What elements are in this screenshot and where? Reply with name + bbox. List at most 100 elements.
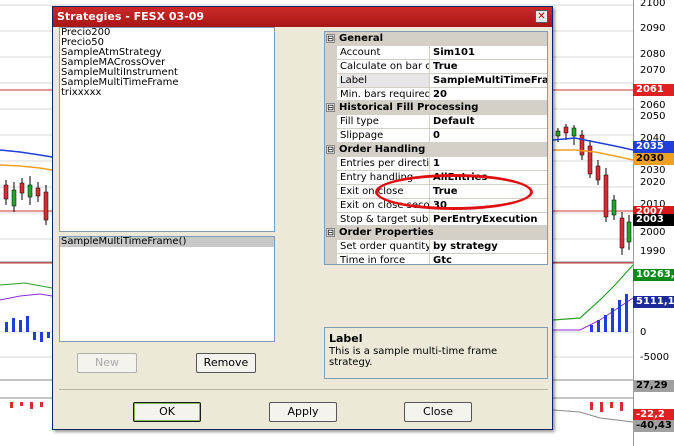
list-item[interactable]: trixxxxx bbox=[60, 88, 274, 98]
property-value[interactable]: 20 bbox=[431, 88, 547, 101]
axis-label: 2020 bbox=[640, 177, 666, 188]
grid-gutter bbox=[325, 45, 337, 59]
property-name: Account bbox=[339, 45, 430, 59]
price-tag: 5111,15 bbox=[633, 296, 674, 308]
grid-gutter bbox=[325, 170, 337, 184]
property-name: Time in force bbox=[339, 254, 430, 264]
axis-label: 0 bbox=[640, 327, 647, 338]
property-name: Calculate on bar close bbox=[339, 59, 430, 73]
grid-gutter bbox=[325, 87, 337, 101]
grid-row[interactable]: Stop & target submissionPerEntryExecutio… bbox=[325, 212, 547, 227]
grid-category[interactable]: ⊟ Historical Fill Processing bbox=[325, 101, 547, 116]
price-tag: 2003 bbox=[633, 214, 674, 226]
price-tag: 2035 bbox=[633, 141, 674, 153]
grid-category-title: Order Handling bbox=[339, 144, 426, 156]
grid-row[interactable]: Min. bars required 20 bbox=[325, 87, 547, 102]
grid-gutter bbox=[325, 184, 337, 198]
grid-gutter bbox=[325, 73, 337, 87]
grid-gutter bbox=[325, 157, 337, 170]
grid-gutter bbox=[325, 240, 337, 254]
property-value[interactable]: Sim101 bbox=[431, 46, 547, 59]
property-value[interactable]: 0 bbox=[431, 129, 547, 142]
property-name: Set order quantity bbox=[340, 240, 430, 254]
axis-label: 2100 bbox=[640, 0, 666, 9]
property-name: Stop & target submission bbox=[340, 212, 430, 226]
grid-row[interactable]: Account Sim101 bbox=[325, 45, 547, 60]
grid-row[interactable]: Calculate on bar closeTrue bbox=[325, 59, 547, 74]
property-name: Slippage bbox=[339, 129, 430, 143]
grid-category[interactable]: ⊟ Order Properties bbox=[325, 226, 547, 241]
property-value[interactable]: Gtc bbox=[431, 254, 547, 264]
strategies-dialog: Strategies - FESX 03-09 ✕ Precio200 Prec… bbox=[52, 6, 553, 430]
grid-gutter bbox=[325, 254, 337, 264]
dialog-title: Strategies - FESX 03-09 bbox=[57, 10, 205, 23]
axis-label: 2080 bbox=[640, 49, 666, 60]
applied-strategies-list[interactable]: SampleMultiTimeFrame() bbox=[59, 236, 275, 342]
close-icon[interactable]: ✕ bbox=[535, 10, 548, 23]
apply-button[interactable]: Apply bbox=[269, 402, 337, 422]
property-value[interactable]: PerEntryExecution bbox=[431, 213, 547, 226]
description-text: This is a sample multi-time frame strate… bbox=[329, 346, 498, 368]
property-name: Fill type bbox=[339, 115, 430, 129]
price-tag: 2030 bbox=[633, 153, 674, 165]
axis-label: -5000 bbox=[640, 352, 670, 363]
property-value[interactable]: 30 bbox=[431, 199, 547, 212]
grid-row[interactable]: Slippage 0 bbox=[325, 129, 547, 144]
property-value[interactable]: AllEntries bbox=[431, 171, 547, 184]
axis-label: 2090 bbox=[640, 23, 666, 34]
list-item[interactable]: SampleMultiTimeFrame() bbox=[60, 237, 274, 247]
close-button[interactable]: Close bbox=[404, 402, 472, 422]
collapse-icon[interactable]: ⊟ bbox=[326, 228, 335, 238]
grid-gutter bbox=[325, 129, 337, 143]
grid-row[interactable]: Exit on close True bbox=[325, 184, 547, 199]
property-value[interactable]: True bbox=[431, 60, 547, 73]
grid-row[interactable]: Fill type Default bbox=[325, 115, 547, 130]
grid-gutter bbox=[325, 115, 337, 129]
divider bbox=[59, 389, 548, 390]
grid-row[interactable]: LabelSampleMultiTimeFrame bbox=[325, 73, 547, 88]
property-name: Exit on close seconds bbox=[340, 198, 430, 212]
property-value[interactable]: by strategy bbox=[431, 240, 547, 253]
axis-label: 2060 bbox=[640, 100, 666, 111]
price-tag: -40,43 bbox=[633, 420, 674, 432]
grid-category[interactable]: ⊟ Order Handling bbox=[325, 143, 547, 158]
property-name: Entry handling bbox=[339, 170, 430, 184]
axis-label: 1990 bbox=[640, 246, 666, 257]
property-name: Entries per direction bbox=[340, 157, 430, 170]
grid-gutter bbox=[325, 59, 337, 73]
properties-grid[interactable]: ⊟ GeneralAccountSim101Calculate on bar cl… bbox=[324, 31, 548, 265]
axis-label: 2070 bbox=[640, 65, 666, 76]
axis-label: 2030 bbox=[640, 165, 666, 176]
grid-gutter bbox=[325, 198, 337, 212]
grid-row[interactable]: Exit on close seconds30 bbox=[325, 198, 547, 213]
collapse-icon[interactable]: ⊟ bbox=[326, 34, 335, 43]
property-name: Label bbox=[339, 73, 430, 87]
axis-label: 2000 bbox=[640, 227, 666, 238]
description-panel: Label This is a sample multi-time frame … bbox=[324, 327, 548, 379]
price-tag: 27,29 bbox=[633, 380, 674, 392]
remove-button[interactable]: Remove bbox=[196, 353, 256, 373]
grid-row[interactable]: Entry handling AllEntries bbox=[325, 170, 547, 185]
property-value[interactable]: True bbox=[431, 185, 547, 198]
property-value[interactable]: Default bbox=[431, 115, 547, 128]
grid-category[interactable]: ⊟ General bbox=[325, 32, 547, 46]
strategy-list[interactable]: Precio200 Precio50 SampleAtmStrategy Sam… bbox=[59, 27, 275, 232]
grid-row[interactable]: Set order quantity by strategy bbox=[325, 240, 547, 255]
grid-gutter bbox=[325, 212, 337, 226]
property-name: Min. bars required bbox=[340, 87, 430, 101]
axis-label: 2050 bbox=[640, 111, 666, 122]
description-title: Label bbox=[329, 332, 363, 345]
collapse-icon[interactable]: ⊟ bbox=[326, 103, 335, 113]
property-value[interactable]: 1 bbox=[431, 157, 547, 170]
grid-category-title: Order Properties bbox=[339, 227, 434, 239]
grid-category-title: General bbox=[339, 33, 383, 44]
grid-row[interactable]: Time in force Gtc bbox=[325, 254, 547, 264]
new-button[interactable]: New bbox=[77, 353, 137, 373]
dialog-titlebar[interactable]: Strategies - FESX 03-09 ✕ bbox=[53, 7, 552, 27]
grid-category-title: Historical Fill Processing bbox=[339, 102, 479, 114]
property-value[interactable]: SampleMultiTimeFrame bbox=[431, 74, 547, 87]
ok-button[interactable]: OK bbox=[133, 402, 201, 422]
grid-row[interactable]: Entries per direction1 bbox=[325, 157, 547, 171]
collapse-icon[interactable]: ⊟ bbox=[326, 145, 335, 155]
price-tag: 2061 bbox=[633, 84, 674, 96]
